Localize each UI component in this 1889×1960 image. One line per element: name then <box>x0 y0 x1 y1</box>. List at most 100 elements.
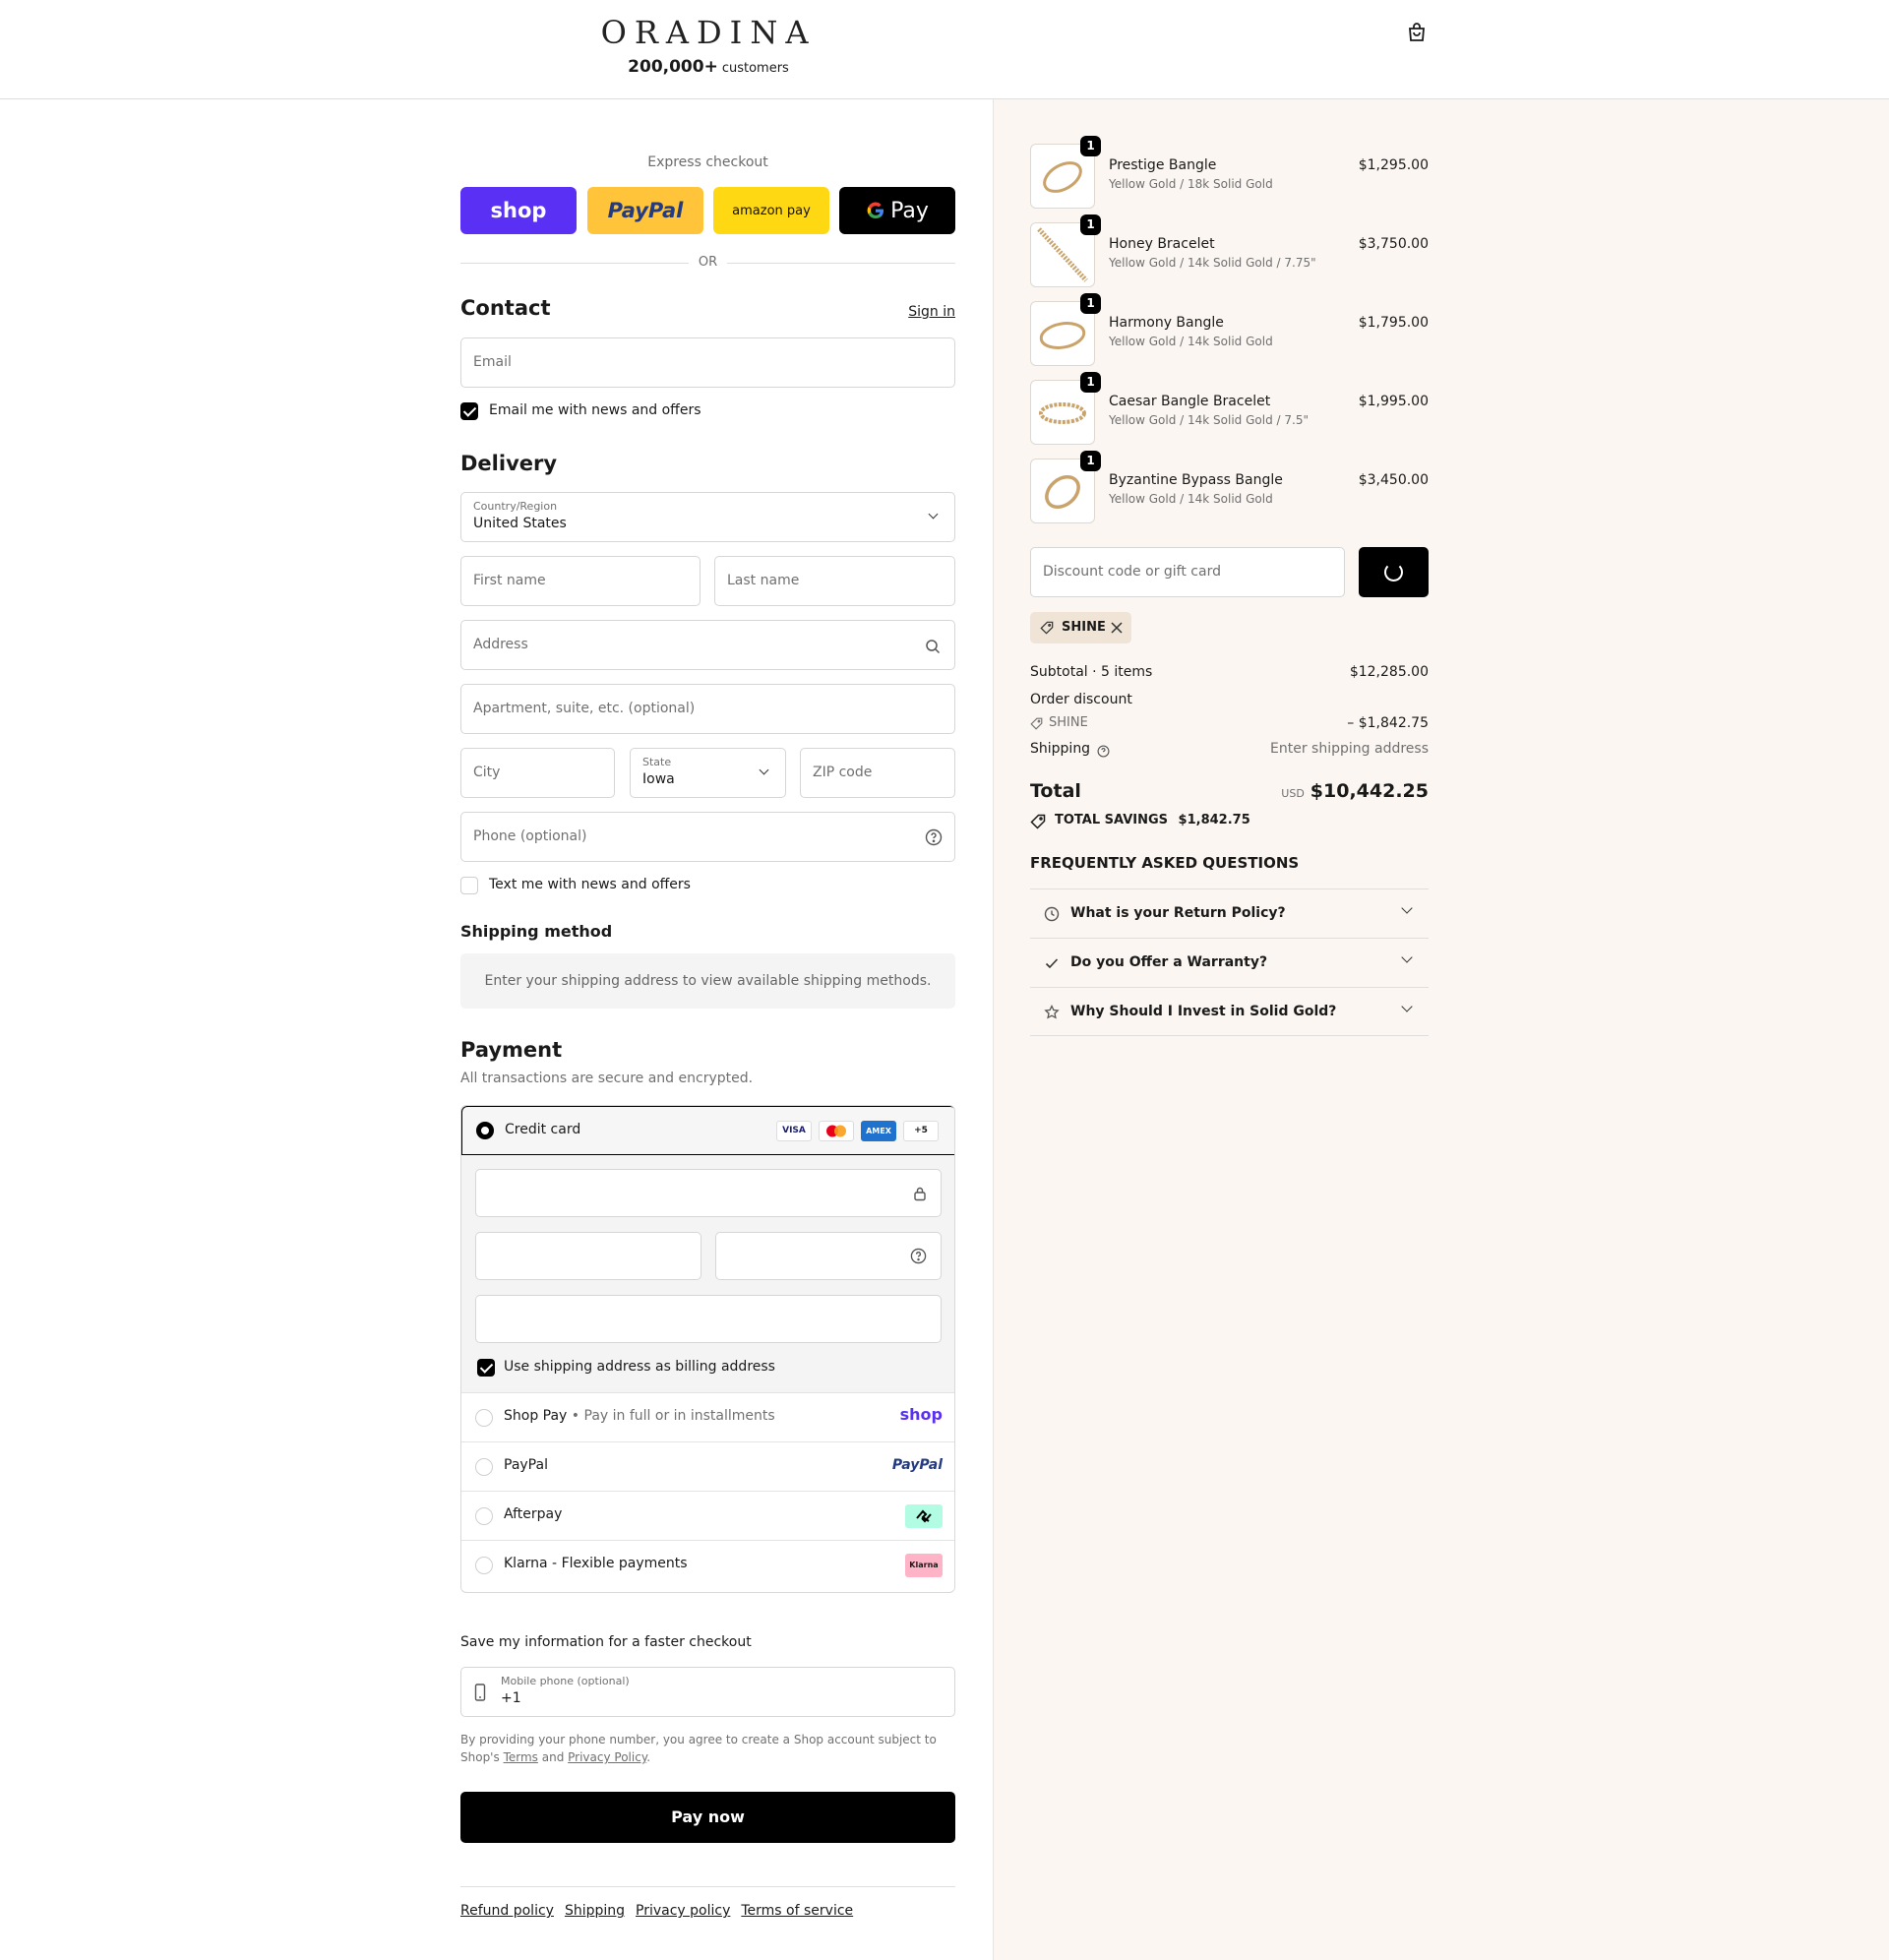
payment-options: Credit card VISA AMEX +5 Use shipping ad… <box>460 1105 955 1593</box>
product-price: $3,750.00 <box>1358 236 1429 252</box>
cart-item: 1 Prestige Bangle Yellow Gold / 18k Soli… <box>1030 136 1429 209</box>
currency-label: USD <box>1281 787 1305 800</box>
tag-icon <box>1030 814 1046 829</box>
product-name: Honey Bracelet <box>1109 236 1215 252</box>
order-discount-row: Order discount <box>1030 692 1429 707</box>
city-field[interactable]: City <box>460 748 615 798</box>
customer-count: 200,000+ <box>628 57 718 77</box>
product-variant: Yellow Gold / 14k Solid Gold / 7.5" <box>1109 413 1309 427</box>
email-field[interactable]: Email <box>460 337 955 388</box>
chevron-down-icon <box>1401 1001 1413 1012</box>
express-checkout-label: Express checkout <box>647 154 768 170</box>
help-circle-icon[interactable] <box>910 1248 927 1264</box>
terms-link[interactable]: Terms <box>504 1750 538 1764</box>
afterpay-icon <box>905 1504 943 1528</box>
email-news-checkbox[interactable] <box>460 402 478 420</box>
pay-now-button[interactable]: Pay now <box>460 1792 955 1843</box>
faq-heading: FREQUENTLY ASKED QUESTIONS <box>1030 854 1300 872</box>
apply-discount-button[interactable] <box>1359 547 1429 597</box>
footer-links: Refund policy Shipping Privacy policy Terms… <box>460 1886 955 1919</box>
amazon-pay-express-button[interactable]: amazon pay <box>713 187 829 234</box>
discount-code-field[interactable]: Discount code or gift card <box>1030 547 1345 597</box>
save-info-heading: Save my information for a faster checkou… <box>460 1634 752 1650</box>
sign-in-link[interactable]: Sign in <box>908 304 955 320</box>
refund-policy-link[interactable]: Refund policy <box>460 1903 554 1919</box>
security-code-field[interactable] <box>715 1232 942 1280</box>
product-price: $1,795.00 <box>1358 315 1429 331</box>
address-field[interactable]: Address <box>460 620 955 670</box>
shipping-value: Enter shipping address <box>1270 741 1429 757</box>
zip-field[interactable]: ZIP code <box>800 748 955 798</box>
tag-icon <box>1030 717 1043 730</box>
chevron-down-icon <box>1401 902 1413 914</box>
country-select[interactable]: Country/Region United States <box>460 492 955 542</box>
phone-field[interactable]: Phone (optional) <box>460 812 955 862</box>
apartment-field[interactable]: Apartment, suite, etc. (optional) <box>460 684 955 734</box>
afterpay-radio[interactable] <box>475 1507 493 1525</box>
privacy-policy-link[interactable]: Privacy policy <box>636 1903 730 1919</box>
last-name-field[interactable]: Last name <box>714 556 955 606</box>
faq-item-solid-gold[interactable]: Why Should I Invest in Solid Gold? <box>1030 987 1429 1036</box>
product-variant: Yellow Gold / 18k Solid Gold <box>1109 177 1273 191</box>
shipping-link[interactable]: Shipping <box>565 1903 625 1919</box>
paypal-express-button[interactable]: PayPal <box>587 187 703 234</box>
shop-pay-label: Shop Pay • Pay in full or in installment… <box>504 1408 775 1424</box>
discount-code-label: SHINE <box>1049 715 1088 730</box>
privacy-policy-link[interactable]: Privacy Policy <box>568 1750 646 1764</box>
discount-code-row: SHINE – $1,842.75 <box>1030 715 1429 731</box>
name-on-card-field[interactable] <box>475 1295 942 1343</box>
subtotal-label: Subtotal · 5 items <box>1030 664 1153 680</box>
google-pay-express-button[interactable]: Pay <box>839 187 955 234</box>
state-select[interactable]: State Iowa <box>630 748 786 798</box>
text-news-checkbox[interactable] <box>460 877 478 894</box>
billing-same-checkbox[interactable] <box>477 1359 495 1377</box>
product-variant: Yellow Gold / 14k Solid Gold / 7.75" <box>1109 256 1316 270</box>
total-label: Total <box>1030 780 1081 802</box>
billing-same-label: Use shipping address as billing address <box>504 1359 775 1375</box>
brand-logo[interactable]: ORADINA <box>0 14 1417 51</box>
shipping-method-heading: Shipping method <box>460 922 613 941</box>
quantity-badge: 1 <box>1080 214 1101 235</box>
credit-card-radio[interactable] <box>476 1122 494 1139</box>
cart-bag-icon[interactable] <box>1405 21 1429 44</box>
chevron-down-icon <box>928 509 939 520</box>
product-price: $1,295.00 <box>1358 157 1429 173</box>
google-g-icon <box>867 202 884 219</box>
shop-pay-option[interactable]: Shop Pay • Pay in full or in installment… <box>461 1393 954 1442</box>
card-number-field[interactable] <box>475 1169 942 1217</box>
paypal-option[interactable]: PayPal PayPal <box>461 1442 954 1492</box>
remove-discount-icon[interactable] <box>1111 622 1123 634</box>
help-circle-icon[interactable] <box>925 828 943 846</box>
first-name-field[interactable]: First name <box>460 556 701 606</box>
product-price: $1,995.00 <box>1358 394 1429 409</box>
mobile-phone-field[interactable]: Mobile phone (optional) +1 <box>460 1667 955 1717</box>
product-variant: Yellow Gold / 14k Solid Gold <box>1109 492 1273 506</box>
visa-logo: VISA <box>776 1121 812 1141</box>
quantity-badge: 1 <box>1080 293 1101 314</box>
shipping-label: Shipping <box>1030 741 1091 757</box>
klarna-logo: Klarna <box>905 1554 943 1577</box>
product-name: Harmony Bangle <box>1109 315 1224 331</box>
contact-heading: Contact <box>460 296 551 320</box>
star-icon <box>1044 1005 1060 1019</box>
klarna-option[interactable]: Klarna - Flexible payments Klarna <box>461 1541 954 1590</box>
site-header: ORADINA 200,000+ customers <box>0 0 1889 99</box>
subtotal-value: $12,285.00 <box>1349 664 1429 680</box>
applied-discount-tag: SHINE <box>1030 612 1131 643</box>
faq-item-warranty[interactable]: Do you Offer a Warranty? <box>1030 938 1429 987</box>
clock-icon <box>1044 906 1060 922</box>
credit-card-option[interactable]: Credit card VISA AMEX +5 <box>461 1106 954 1155</box>
klarna-radio[interactable] <box>475 1557 493 1574</box>
paypal-radio[interactable] <box>475 1458 493 1476</box>
afterpay-option[interactable]: Afterpay <box>461 1492 954 1541</box>
terms-of-service-link[interactable]: Terms of service <box>741 1903 853 1919</box>
expiration-field[interactable] <box>475 1232 701 1280</box>
faq-item-return-policy[interactable]: What is your Return Policy? <box>1030 888 1429 938</box>
product-variant: Yellow Gold / 14k Solid Gold <box>1109 335 1273 348</box>
shop-pay-radio[interactable] <box>475 1409 493 1427</box>
klarna-label: Klarna - Flexible payments <box>504 1556 688 1571</box>
help-circle-icon[interactable] <box>1097 745 1110 758</box>
discount-amount: – $1,842.75 <box>1347 715 1429 731</box>
shop-pay-express-button[interactable]: shop <box>460 187 577 234</box>
social-proof: 200,000+ customers <box>0 57 1417 77</box>
